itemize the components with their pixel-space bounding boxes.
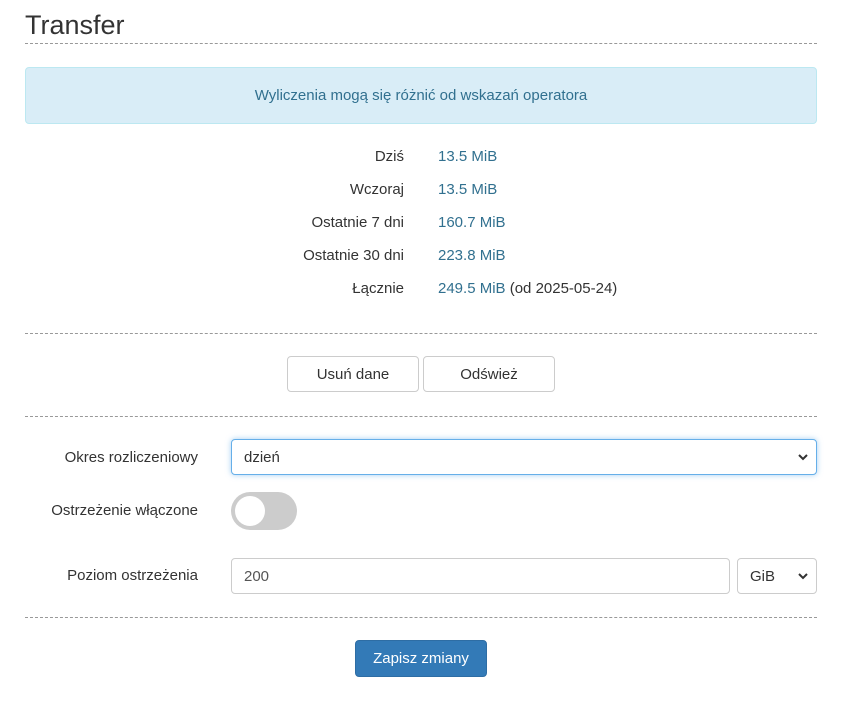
billing-period-label: Okres rozliczeniowy: [64, 449, 198, 466]
stat-value: 249.5 MiB: [438, 280, 506, 297]
refresh-button[interactable]: Odśwież: [423, 356, 555, 392]
stat-label: Wczoraj: [349, 181, 404, 198]
chevron-down-icon: [798, 454, 808, 461]
billing-period-select[interactable]: dzień: [231, 439, 817, 475]
stat-row-yesterday: Wczoraj 13.5 MiB: [0, 181, 850, 201]
warning-level-value: 200: [244, 567, 270, 585]
stat-label: Ostatnie 30 dni: [303, 247, 404, 264]
toggle-knob: [235, 496, 265, 526]
stat-value: 223.8 MiB: [438, 247, 506, 264]
stat-value: 160.7 MiB: [438, 214, 506, 231]
stat-value-total: 249.5 MiB (od 2025-05-24): [438, 280, 617, 297]
stat-label: Dziś: [374, 148, 404, 165]
warning-unit-value: GiB: [750, 567, 776, 585]
warning-enabled-toggle[interactable]: [231, 492, 297, 530]
stat-value: 13.5 MiB: [438, 148, 498, 165]
divider: [25, 333, 817, 334]
stat-label: Ostatnie 7 dni: [311, 214, 404, 231]
divider: [25, 617, 817, 618]
billing-period-value: dzień: [244, 448, 280, 466]
stat-row-total: Łącznie 249.5 MiB (od 2025-05-24): [0, 280, 850, 300]
warning-unit-select[interactable]: GiB: [737, 558, 817, 594]
stat-value: 13.5 MiB: [438, 181, 498, 198]
alert-text: Wyliczenia mogą się różnić od wskazań op…: [254, 87, 588, 104]
save-changes-button[interactable]: Zapisz zmiany: [355, 640, 487, 677]
stat-label: Łącznie: [352, 280, 404, 297]
warning-level-label: Poziom ostrzeżenia: [67, 567, 198, 584]
info-alert: Wyliczenia mogą się różnić od wskazań op…: [25, 67, 817, 124]
stat-row-30-days: Ostatnie 30 dni 223.8 MiB: [0, 247, 850, 267]
stat-row-today: Dziś 13.5 MiB: [0, 148, 850, 168]
page-title: Transfer: [25, 10, 125, 40]
delete-data-button[interactable]: Usuń dane: [287, 356, 419, 392]
chevron-down-icon: [798, 573, 808, 580]
divider: [25, 416, 817, 417]
stat-since-date: (od 2025-05-24): [509, 280, 618, 297]
warning-enabled-label: Ostrzeżenie włączone: [51, 502, 198, 519]
divider: [25, 43, 817, 44]
stat-row-7-days: Ostatnie 7 dni 160.7 MiB: [0, 214, 850, 234]
warning-level-input[interactable]: 200: [231, 558, 730, 594]
